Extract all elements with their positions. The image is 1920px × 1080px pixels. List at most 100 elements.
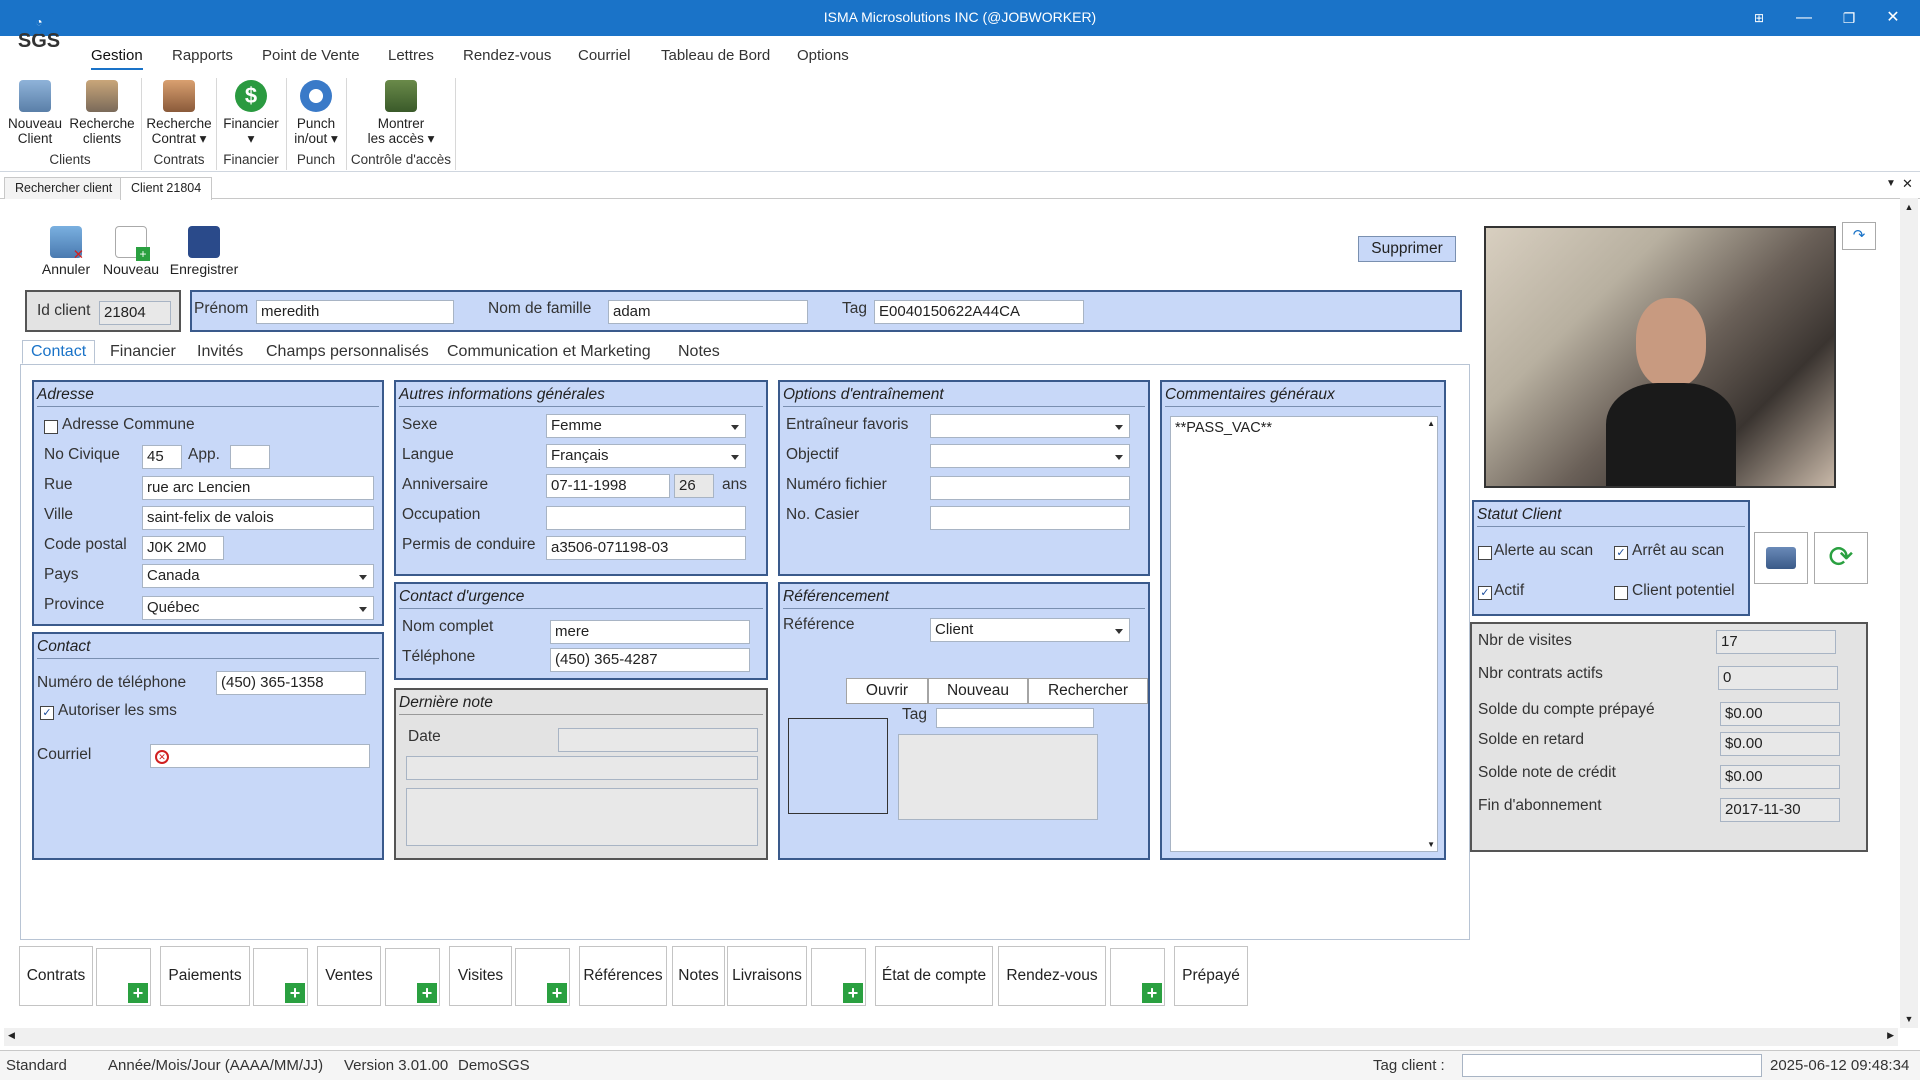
scan-card-button[interactable] — [1754, 532, 1808, 584]
references-button[interactable]: Références — [579, 946, 667, 1006]
tab-dropdown-icon[interactable]: ▼ — [1886, 178, 1896, 189]
ref-nouveau-button[interactable]: Nouveau — [928, 678, 1028, 704]
punch-button[interactable]: Punch in/out ▾ — [288, 80, 344, 146]
autoriser-sms-checkbox[interactable]: ✓ — [40, 706, 54, 720]
scroll-up-icon[interactable]: ▲ — [1900, 202, 1918, 212]
menu-point-de-vente[interactable]: Point de Vente — [262, 47, 360, 64]
paiements-button[interactable]: Paiements — [160, 946, 250, 1006]
error-icon: ✕ — [155, 750, 169, 764]
ouvrir-button[interactable]: Ouvrir — [846, 678, 928, 704]
entraineur-select[interactable] — [930, 414, 1130, 438]
arret-scan-checkbox[interactable]: ✓ — [1614, 546, 1628, 560]
code-postal-input[interactable]: J0K 2M0 — [142, 536, 224, 560]
ref-info-box — [898, 734, 1098, 820]
ventes-button[interactable]: Ventes — [317, 946, 381, 1006]
notes-button[interactable]: Notes — [672, 946, 725, 1006]
dollar-icon: $ — [235, 80, 267, 112]
rechercher-button[interactable]: Rechercher — [1028, 678, 1148, 704]
menu-tableau-de-bord[interactable]: Tableau de Bord — [661, 47, 770, 64]
app-input[interactable] — [230, 445, 270, 469]
menu-rendez-vous[interactable]: Rendez-vous — [463, 47, 551, 64]
visites-button[interactable]: Visites — [449, 946, 512, 1006]
add-contrat-button[interactable]: + — [96, 948, 151, 1006]
sexe-select[interactable]: Femme — [546, 414, 746, 438]
menu-options[interactable]: Options — [797, 47, 849, 64]
alerte-scan-checkbox[interactable] — [1478, 546, 1492, 560]
nom-famille-input[interactable]: adam — [608, 300, 808, 324]
no-civique-input[interactable]: 45 — [142, 445, 182, 469]
recherche-clients-button[interactable]: Recherche clients — [68, 80, 136, 146]
tag-input[interactable]: E0040150622A44CA — [874, 300, 1084, 324]
rue-input[interactable]: rue arc Lencien — [142, 476, 374, 500]
enregistrer-button[interactable]: Enregistrer — [168, 226, 240, 277]
nouveau-button[interactable]: + Nouveau — [102, 226, 160, 277]
commentaires-textarea[interactable]: **PASS_VAC** ▲ ▼ — [1170, 416, 1438, 852]
supprimer-button[interactable]: Supprimer — [1358, 236, 1456, 262]
rotate-photo-icon[interactable]: ↷ — [1842, 222, 1876, 250]
tab-client-21804[interactable]: Client 21804 — [120, 177, 213, 200]
adresse-commune-checkbox[interactable] — [44, 420, 58, 434]
financier-button[interactable]: $ Financier ▾ — [220, 80, 282, 146]
reference-select[interactable]: Client — [930, 618, 1130, 642]
langue-select[interactable]: Français — [546, 444, 746, 468]
tab-rechercher-client[interactable]: Rechercher client — [4, 177, 124, 199]
annuler-button[interactable]: ✕ Annuler — [40, 226, 92, 277]
rendez-vous-button[interactable]: Rendez-vous — [998, 946, 1106, 1006]
close-icon[interactable]: ✕ — [1878, 6, 1908, 30]
anniversaire-input[interactable]: 07-11-1998 — [546, 474, 670, 498]
subtab-champs-personnalises[interactable]: Champs personnalisés — [266, 343, 429, 361]
objectif-select[interactable] — [930, 444, 1130, 468]
telephone-input[interactable]: (450) 365-1358 — [216, 671, 366, 695]
actif-checkbox[interactable]: ✓ — [1478, 586, 1492, 600]
subtab-communication-marketing[interactable]: Communication et Marketing — [447, 343, 651, 361]
menu-gestion[interactable]: Gestion — [91, 47, 143, 70]
pin-icon[interactable]: ⊞ — [1744, 6, 1774, 30]
urgence-nom-input[interactable]: mere — [550, 620, 750, 644]
contrats-button[interactable]: Contrats — [19, 946, 93, 1006]
menu-lettres[interactable]: Lettres — [388, 47, 434, 64]
montrer-acces-button[interactable]: Montrer les accès ▾ — [358, 80, 444, 146]
minimize-icon[interactable]: — — [1789, 6, 1819, 30]
numero-fichier-input[interactable] — [930, 476, 1130, 500]
refresh-button[interactable]: ⟳ — [1814, 532, 1868, 584]
client-potentiel-checkbox[interactable] — [1614, 586, 1628, 600]
scroll-down-icon[interactable]: ▼ — [1427, 840, 1435, 849]
pays-select[interactable]: Canada — [142, 564, 374, 588]
tab-close-icon[interactable]: ✕ — [1902, 176, 1913, 192]
horizontal-scrollbar[interactable]: ◀ ▶ — [4, 1028, 1898, 1046]
menu-courriel[interactable]: Courriel — [578, 47, 631, 64]
status-database: DemoSGS — [458, 1057, 530, 1074]
prepaye-button[interactable]: Prépayé — [1174, 946, 1248, 1006]
recherche-contrat-button[interactable]: Recherche Contrat ▾ — [144, 80, 214, 146]
scroll-down-icon[interactable]: ▼ — [1900, 1014, 1918, 1024]
nouveau-client-button[interactable]: Nouveau Client — [4, 80, 66, 146]
courriel-input[interactable]: ✕ — [150, 744, 370, 768]
scroll-up-icon[interactable]: ▲ — [1427, 419, 1435, 428]
province-select[interactable]: Québec — [142, 596, 374, 620]
urgence-tel-input[interactable]: (450) 365-4287 — [550, 648, 750, 672]
nouveau-label: Nouveau — [102, 261, 160, 277]
vertical-scrollbar[interactable]: ▲ ▼ — [1900, 198, 1918, 1028]
permis-input[interactable]: a3506-071198-03 — [546, 536, 746, 560]
no-casier-input[interactable] — [930, 506, 1130, 530]
add-visite-button[interactable]: + — [515, 948, 570, 1006]
ville-input[interactable]: saint-felix de valois — [142, 506, 374, 530]
add-vente-button[interactable]: + — [385, 948, 440, 1006]
restore-icon[interactable]: ❐ — [1834, 6, 1864, 30]
subtab-financier[interactable]: Financier — [110, 343, 176, 361]
menu-rapports[interactable]: Rapports — [172, 47, 233, 64]
status-tag-input[interactable] — [1462, 1054, 1762, 1077]
add-rendez-vous-button[interactable]: + — [1110, 948, 1165, 1006]
ref-tag-input[interactable] — [936, 708, 1094, 728]
subtab-notes[interactable]: Notes — [678, 343, 720, 361]
prenom-input[interactable]: meredith — [256, 300, 454, 324]
scroll-right-icon[interactable]: ▶ — [1887, 1030, 1894, 1041]
etat-de-compte-button[interactable]: État de compte — [875, 946, 993, 1006]
occupation-input[interactable] — [546, 506, 746, 530]
add-livraison-button[interactable]: + — [811, 948, 866, 1006]
livraisons-button[interactable]: Livraisons — [727, 946, 807, 1006]
add-paiement-button[interactable]: + — [253, 948, 308, 1006]
subtab-contact[interactable]: Contact — [22, 340, 96, 364]
scroll-left-icon[interactable]: ◀ — [8, 1030, 15, 1041]
subtab-invites[interactable]: Invités — [197, 343, 243, 361]
